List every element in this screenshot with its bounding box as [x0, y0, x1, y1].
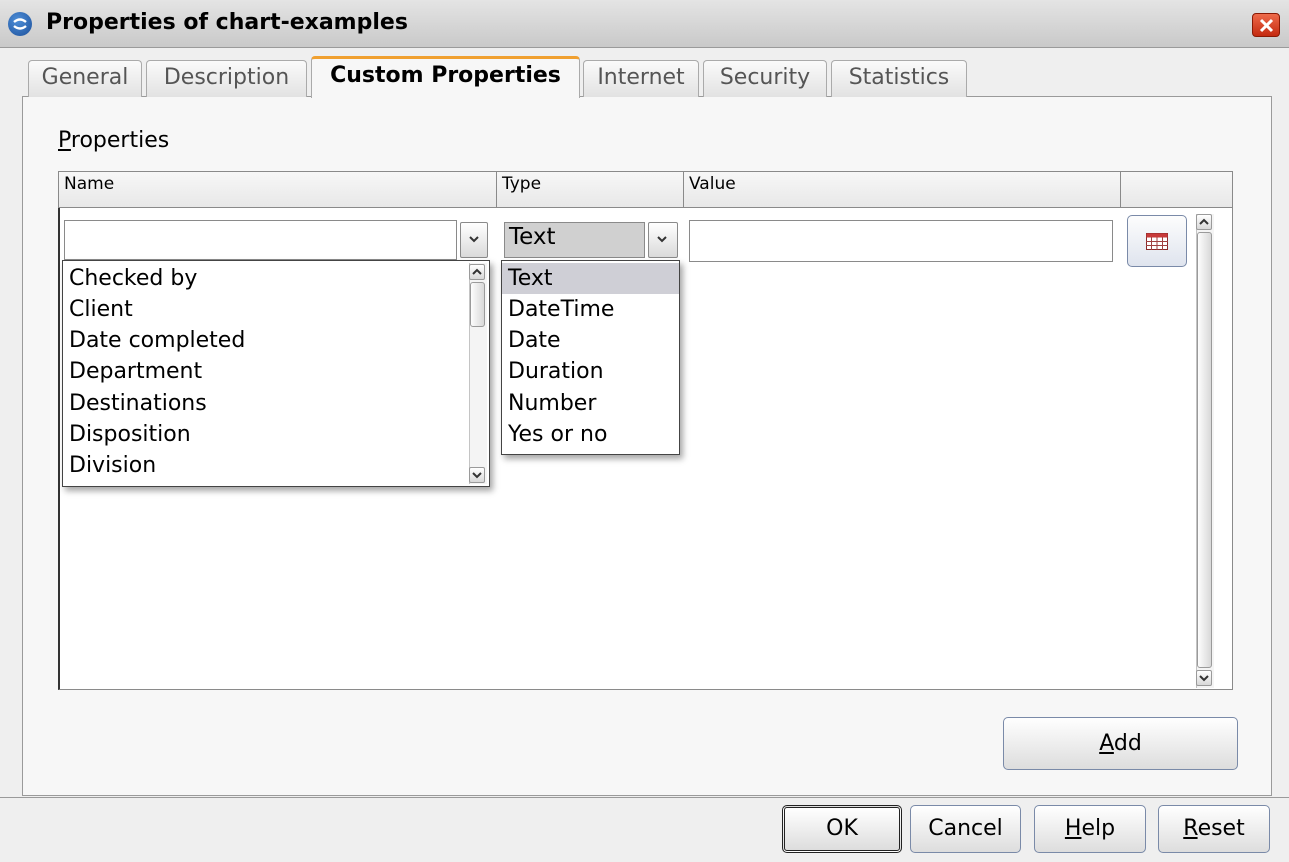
tab-statistics[interactable]: Statistics — [831, 60, 967, 97]
column-header-type: Type — [502, 174, 542, 194]
name-input[interactable] — [64, 220, 457, 260]
name-dropdown-button[interactable] — [460, 222, 488, 258]
type-option[interactable]: Number — [502, 388, 596, 419]
value-input[interactable] — [689, 220, 1113, 262]
chevron-down-icon — [469, 236, 479, 243]
close-icon — [1259, 18, 1274, 33]
tab-description[interactable]: Description — [146, 60, 307, 97]
column-divider — [496, 172, 497, 207]
grid-header — [58, 171, 1233, 208]
value-editor-button[interactable] — [1127, 215, 1187, 267]
type-option[interactable]: Duration — [502, 356, 604, 387]
reset-button[interactable]: Reset — [1158, 805, 1270, 853]
tab-custom-properties[interactable]: Custom Properties — [311, 56, 580, 98]
tab-security[interactable]: Security — [703, 60, 827, 97]
chevron-down-icon — [657, 236, 667, 243]
cancel-button[interactable]: Cancel — [910, 805, 1021, 853]
type-dropdown-list: Text DateTime Date Duration Number Yes o… — [501, 260, 680, 455]
column-divider — [683, 172, 684, 207]
grid-scroll-thumb[interactable] — [1197, 232, 1212, 668]
name-option[interactable]: Division — [63, 450, 156, 481]
type-option[interactable]: Date — [502, 325, 561, 356]
name-list-scroll-thumb[interactable] — [470, 282, 485, 327]
arrow-down-icon — [472, 472, 482, 479]
column-header-name: Name — [64, 174, 115, 194]
name-option[interactable]: Client — [63, 294, 133, 325]
add-button[interactable]: Add — [1003, 717, 1238, 770]
arrow-down-icon — [1199, 675, 1209, 682]
tab-general[interactable]: General — [28, 60, 142, 97]
type-select-value: Text — [509, 224, 556, 250]
window-title: Properties of chart-examples — [46, 10, 408, 35]
grid-scroll-up-button[interactable] — [1196, 214, 1212, 230]
app-icon — [8, 12, 32, 36]
grid-scroll-down-button[interactable] — [1196, 670, 1212, 686]
tab-internet[interactable]: Internet — [583, 60, 699, 97]
ok-button[interactable]: OK — [782, 805, 902, 853]
name-option[interactable]: Department — [63, 356, 202, 387]
column-divider — [1120, 172, 1121, 207]
column-header-value: Value — [689, 174, 736, 194]
name-option[interactable]: Date completed — [63, 325, 245, 356]
type-option[interactable]: Yes or no — [502, 419, 607, 450]
name-option[interactable]: Destinations — [63, 388, 207, 419]
name-dropdown-list: Checked by Client Date completed Departm… — [62, 260, 490, 487]
arrow-up-icon — [1199, 218, 1209, 225]
name-option[interactable]: Disposition — [63, 419, 191, 450]
close-button[interactable] — [1252, 13, 1280, 37]
name-list-scroll-down-button[interactable] — [469, 467, 485, 483]
properties-label: Properties — [58, 128, 170, 153]
divider — [0, 797, 1289, 798]
type-option[interactable]: DateTime — [502, 294, 614, 325]
type-option-selected[interactable]: Text — [502, 263, 679, 294]
type-dropdown-button[interactable] — [648, 222, 678, 258]
help-button[interactable]: Help — [1034, 805, 1146, 853]
name-list-scroll-up-button[interactable] — [469, 264, 485, 280]
calendar-grid-icon — [1146, 233, 1168, 250]
arrow-up-icon — [472, 268, 482, 275]
name-option[interactable]: Checked by — [63, 263, 197, 294]
